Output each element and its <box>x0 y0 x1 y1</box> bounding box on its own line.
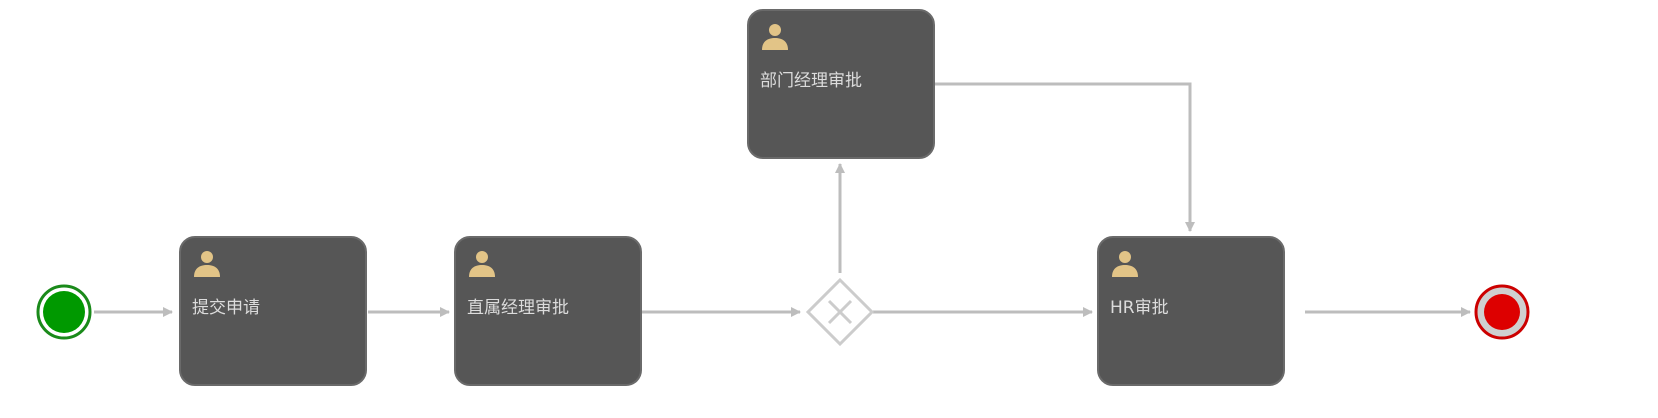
user-icon <box>1112 251 1138 277</box>
end-event[interactable] <box>1474 284 1530 340</box>
start-event[interactable] <box>36 284 92 340</box>
task-label: HR审批 <box>1110 298 1169 318</box>
flow-dept-to-hr[interactable] <box>935 82 1195 232</box>
task-label: 提交申请 <box>192 298 260 318</box>
task-submit-application[interactable]: 提交申请 <box>179 236 367 386</box>
exclusive-gateway[interactable] <box>805 277 875 347</box>
user-icon <box>469 251 495 277</box>
bpmn-canvas: 提交申请 直属经理审批 部门经理审批 HR审批 <box>0 0 1658 418</box>
task-hr-approval[interactable]: HR审批 <box>1097 236 1285 386</box>
task-label: 直属经理审批 <box>467 298 569 318</box>
task-direct-manager-approval[interactable]: 直属经理审批 <box>454 236 642 386</box>
task-department-manager-approval[interactable]: 部门经理审批 <box>747 9 935 159</box>
task-label: 部门经理审批 <box>760 71 862 91</box>
user-icon <box>762 24 788 50</box>
user-icon <box>194 251 220 277</box>
